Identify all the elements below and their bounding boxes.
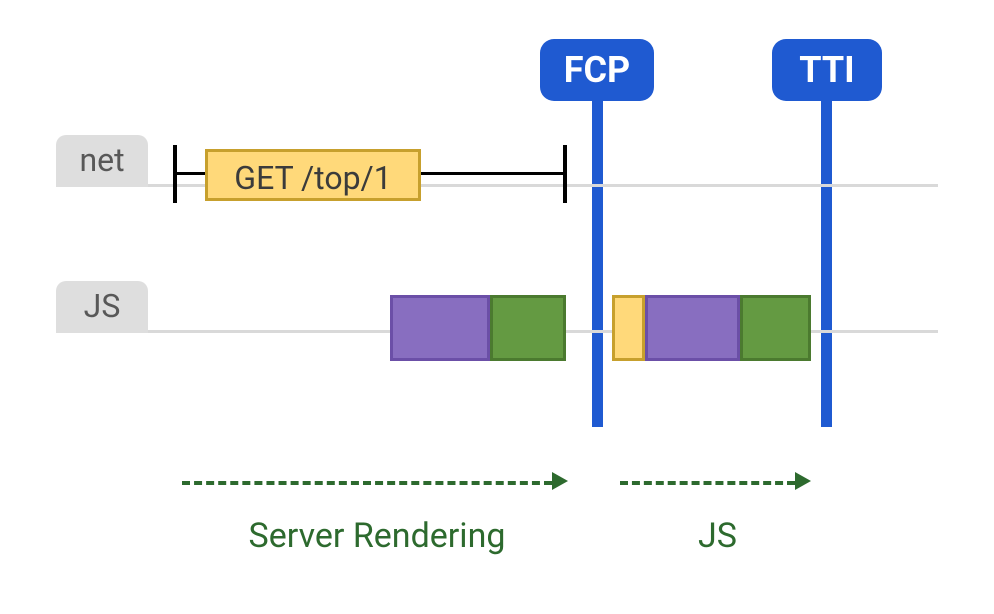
fcp-marker-line	[592, 101, 603, 427]
net-request-box: GET /top/1	[205, 149, 421, 201]
js-block-yellow	[612, 295, 645, 361]
phase-server-rendering-arrow	[182, 481, 552, 485]
phase-server-rendering-label: Server Rendering	[182, 516, 572, 556]
js-track-tab: JS	[56, 281, 148, 333]
tti-marker-line	[821, 101, 832, 427]
phase-server-rendering-arrowhead	[552, 472, 568, 490]
tti-badge: TTI	[772, 39, 882, 101]
phase-js-arrow	[620, 481, 795, 485]
js-block-purple-1	[390, 295, 490, 361]
fcp-badge: FCP	[540, 39, 654, 101]
js-block-green-1	[490, 295, 566, 361]
net-range-end-bracket	[563, 145, 567, 203]
timeline-diagram: FCP TTI net GET /top/1 JS Server Renderi…	[0, 0, 994, 614]
js-block-purple-2	[645, 295, 740, 361]
net-track-tab: net	[56, 135, 148, 187]
js-block-green-2	[740, 295, 811, 361]
phase-js-arrowhead	[795, 472, 811, 490]
phase-js-label: JS	[620, 516, 815, 556]
